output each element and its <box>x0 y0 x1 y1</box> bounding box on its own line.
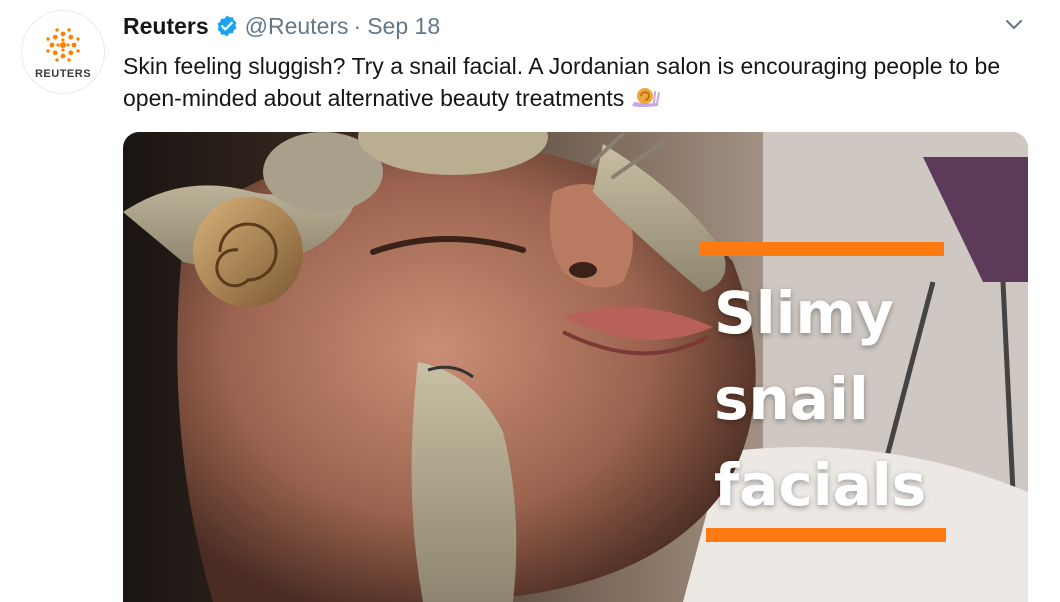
tweet-text: Skin feeling sluggish? Try a snail facia… <box>123 50 1033 118</box>
caption-bar-bottom <box>706 528 946 542</box>
tweet-video-thumbnail[interactable]: Slimy snail facials <box>123 132 1028 602</box>
avatar[interactable]: REUTERS <box>21 10 105 94</box>
tweet-date[interactable]: Sep 18 <box>367 13 440 40</box>
tweet-body: Skin feeling sluggish? Try a snail facia… <box>123 53 1001 111</box>
snail-emoji-icon <box>630 84 661 118</box>
chevron-down-icon[interactable] <box>1002 12 1026 36</box>
author-handle[interactable]: @Reuters <box>245 13 349 40</box>
verified-badge-icon <box>215 14 239 38</box>
caption-line-3: facials <box>714 451 927 519</box>
video-caption: Slimy snail facials <box>714 270 984 528</box>
caption-line-1: Slimy <box>714 279 894 347</box>
caption-bar-top <box>699 242 944 256</box>
avatar-label: REUTERS <box>34 67 92 80</box>
tweet-header: Reuters @Reuters · Sep 18 <box>123 10 440 42</box>
author-name[interactable]: Reuters <box>123 13 209 40</box>
reuters-logo-icon <box>46 27 80 62</box>
caption-line-2: snail <box>714 365 869 433</box>
separator-dot: · <box>353 12 362 39</box>
